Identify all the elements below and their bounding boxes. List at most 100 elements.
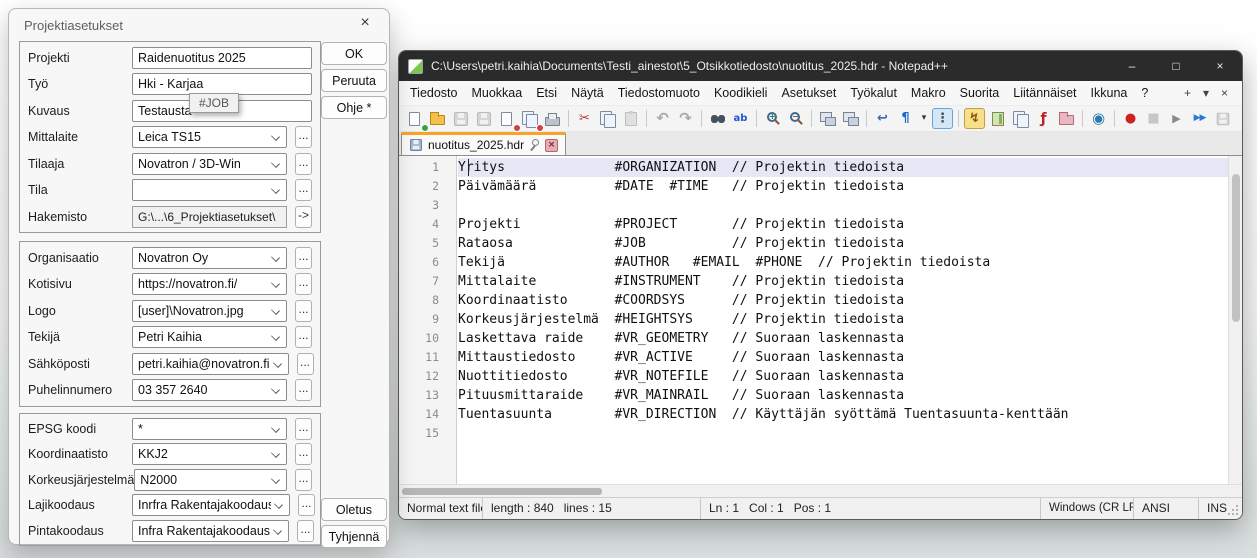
document-map-icon[interactable]	[987, 108, 1008, 129]
close-tab-icon[interactable]: ×	[1221, 86, 1228, 100]
tilaaja-browse-button[interactable]: ...	[295, 153, 312, 175]
menu-item-tiedostomuoto[interactable]: Tiedostomuoto	[611, 83, 707, 103]
indent-guide-icon[interactable]: ⋮	[932, 108, 953, 129]
function-list-icon[interactable]: ƒ	[1033, 108, 1054, 129]
find-icon[interactable]	[707, 108, 728, 129]
sahkoposti-combo[interactable]: petri.kaihia@novatron.fi	[132, 353, 289, 375]
koordinaatisto-combo[interactable]: KKJ2	[132, 443, 287, 465]
logo-browse-button[interactable]: ...	[295, 300, 312, 322]
logo-combo[interactable]: [user]\Novatron.jpg	[132, 300, 287, 322]
new-file-icon[interactable]	[404, 108, 425, 129]
pin-icon[interactable]	[529, 139, 540, 151]
notepadpp-titlebar[interactable]: C:\Users\petri.kaihia\Documents\Testi_ai…	[399, 51, 1242, 81]
minimize-button[interactable]: –	[1110, 51, 1154, 81]
menu-item-liitannaiset[interactable]: Liitännäiset	[1006, 83, 1083, 103]
document-list-icon[interactable]	[1010, 108, 1031, 129]
organisaatio-browse-button[interactable]: ...	[295, 247, 312, 269]
macro-save-icon[interactable]	[1212, 108, 1233, 129]
maximize-button[interactable]: □	[1154, 51, 1198, 81]
puhelinnumero-browse-button[interactable]: ...	[295, 379, 312, 401]
dialog-close-icon[interactable]: ×	[355, 14, 375, 32]
macro-run-multiple-icon[interactable]: ▶▶	[1189, 108, 1210, 129]
open-file-icon[interactable]	[427, 108, 448, 129]
zoom-in-icon[interactable]	[762, 108, 783, 129]
epsg-browse-button[interactable]: ...	[295, 418, 312, 440]
word-wrap-icon[interactable]: ↩	[872, 108, 893, 129]
macro-stop-icon[interactable]: ■	[1143, 108, 1164, 129]
tila-combo[interactable]	[132, 179, 287, 201]
korkeusjarjestelma-combo[interactable]: N2000	[134, 469, 287, 491]
lajikoodaus-combo[interactable]: Inrfra Rakentajakoodaus	[132, 494, 290, 516]
korkeusjarjestelma-browse-button[interactable]: ...	[295, 469, 312, 491]
cancel-button[interactable]: Peruuta	[321, 69, 387, 92]
tila-browse-button[interactable]: ...	[295, 179, 312, 201]
horizontal-scrollbar[interactable]	[399, 484, 1242, 497]
menu-item-koodikieli[interactable]: Koodikieli	[707, 83, 775, 103]
tyo-input[interactable]	[132, 73, 312, 95]
puhelinnumero-combo[interactable]: 03 357 2640	[132, 379, 287, 401]
monitoring-eye-icon[interactable]: ◉	[1088, 108, 1109, 129]
save-all-icon[interactable]	[473, 108, 494, 129]
menu-item-etsi[interactable]: Etsi	[529, 83, 564, 103]
replace-icon[interactable]: ab	[730, 108, 751, 129]
chevron-down-icon[interactable]: ▾	[918, 108, 930, 129]
menu-item-muokkaa[interactable]: Muokkaa	[464, 83, 529, 103]
vertical-scrollbar-thumb[interactable]	[1232, 174, 1240, 322]
menu-item-help[interactable]: ?	[1134, 83, 1155, 103]
menu-item-nayta[interactable]: Näytä	[564, 83, 611, 103]
show-all-characters-icon[interactable]: ¶	[895, 108, 916, 129]
ok-button[interactable]: OK	[321, 42, 387, 65]
copy-icon[interactable]	[597, 108, 618, 129]
macro-play-icon[interactable]: ▶	[1166, 108, 1187, 129]
menu-item-asetukset[interactable]: Asetukset	[774, 83, 843, 103]
clear-button[interactable]: Tyhjennä	[321, 525, 387, 548]
tekija-browse-button[interactable]: ...	[295, 326, 312, 348]
close-all-icon[interactable]	[519, 108, 540, 129]
undo-icon[interactable]: ↶	[652, 108, 673, 129]
resize-grip[interactable]	[1236, 513, 1238, 515]
tab-nuotitus-2025[interactable]: nuotitus_2025.hdr ×	[401, 132, 566, 155]
close-button[interactable]: ×	[1198, 51, 1242, 81]
projekti-input[interactable]	[132, 47, 312, 69]
open-directory-button[interactable]: ->	[295, 206, 312, 228]
tekija-combo[interactable]: Petri Kaihia	[132, 326, 287, 348]
help-button[interactable]: Ohje *	[321, 96, 387, 119]
epsg-combo[interactable]: *	[132, 418, 287, 440]
cut-icon[interactable]: ✂	[574, 108, 595, 129]
horizontal-scrollbar-thumb[interactable]	[402, 488, 602, 495]
redo-icon[interactable]: ↷	[675, 108, 696, 129]
menu-item-ikkuna[interactable]: Ikkuna	[1084, 83, 1135, 103]
tab-list-dropdown-icon[interactable]: ▾	[1203, 86, 1209, 100]
pintakoodaus-combo[interactable]: Infra Rakentajakoodaus	[132, 520, 289, 542]
macro-record-icon[interactable]: ●	[1120, 108, 1141, 129]
kotisivu-browse-button[interactable]: ...	[295, 273, 312, 295]
status-encoding[interactable]: ANSI	[1134, 498, 1199, 519]
lightning-icon[interactable]: ↯	[964, 108, 985, 129]
sahkoposti-browse-button[interactable]: ...	[297, 353, 314, 375]
organisaatio-combo[interactable]: Novatron Oy	[132, 247, 287, 269]
print-icon[interactable]	[542, 108, 563, 129]
tilaaja-combo[interactable]: Novatron / 3D-Win	[132, 153, 287, 175]
menu-item-makro[interactable]: Makro	[904, 83, 953, 103]
folder-as-workspace-icon[interactable]	[1056, 108, 1077, 129]
sync-vertical-scroll-icon[interactable]	[817, 108, 838, 129]
status-typing-mode[interactable]: INS	[1199, 498, 1242, 519]
mittalaite-combo[interactable]: Leica TS15	[132, 126, 287, 148]
editor[interactable]: 1 2 3 4 5 6 7 8 9 10 11 12 13 14 15 Yrit…	[399, 156, 1242, 484]
tab-close-icon[interactable]: ×	[545, 139, 558, 152]
zoom-out-icon[interactable]	[785, 108, 806, 129]
status-eol-format[interactable]: Windows (CR LF)	[1041, 498, 1134, 519]
paste-icon[interactable]	[620, 108, 641, 129]
menu-item-suorita[interactable]: Suorita	[953, 83, 1007, 103]
menu-item-tyokalut[interactable]: Työkalut	[843, 83, 904, 103]
sync-horizontal-scroll-icon[interactable]	[840, 108, 861, 129]
lajikoodaus-browse-button[interactable]: ...	[298, 494, 315, 516]
vertical-scrollbar[interactable]	[1228, 156, 1242, 484]
menu-item-tiedosto[interactable]: Tiedosto	[403, 83, 464, 103]
koordinaatisto-browse-button[interactable]: ...	[295, 443, 312, 465]
kotisivu-combo[interactable]: https://novatron.fi/	[132, 273, 287, 295]
new-tab-plus-icon[interactable]: +	[1184, 86, 1191, 100]
pintakoodaus-browse-button[interactable]: ...	[297, 520, 314, 542]
default-button[interactable]: Oletus	[321, 498, 387, 521]
close-file-icon[interactable]	[496, 108, 517, 129]
